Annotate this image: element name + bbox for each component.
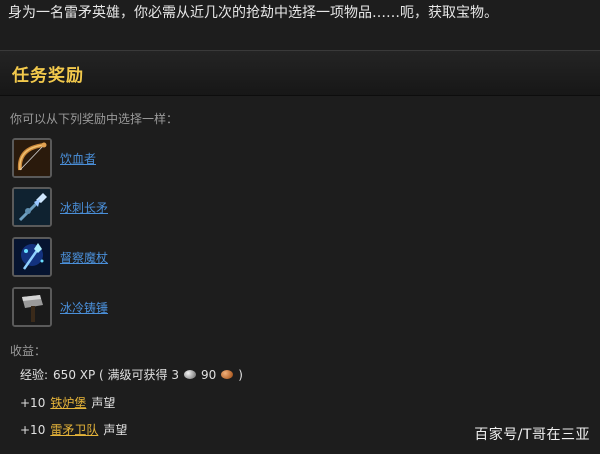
reward-link[interactable]: 饮血者 (60, 150, 96, 167)
section-title: 任务奖励 (12, 66, 84, 86)
quest-rewards-header: 任务奖励 (0, 50, 600, 96)
reward-item-bloodletter[interactable]: 饮血者 (12, 138, 312, 178)
quest-description: 身为一名雷矛英雄，你必需从近几次的抢劫中选择一项物品……呃，获取宝物。 (8, 5, 498, 21)
experience-suffix: ) (238, 367, 243, 382)
reward-link[interactable]: 冰冷铸锤 (60, 299, 108, 316)
reputation-amount: +10 (20, 422, 46, 437)
reward-item-ice-spear[interactable]: 冰刺长矛 (12, 187, 312, 227)
reputation-line: +10 雷矛卫队 声望 (20, 421, 127, 438)
hammer-icon[interactable] (12, 287, 52, 327)
reward-link[interactable]: 督察魔杖 (60, 249, 108, 266)
reputation-suffix: 声望 (103, 423, 128, 437)
copper-amount: 90 (200, 367, 217, 382)
bow-icon[interactable] (12, 138, 52, 178)
faction-link[interactable]: 铁炉堡 (50, 394, 86, 411)
watermark: 百家号/T哥在三亚 (474, 427, 590, 443)
faction-link[interactable]: 雷矛卫队 (50, 421, 98, 438)
wand-icon[interactable] (12, 237, 52, 277)
spear-icon[interactable] (12, 187, 52, 227)
silver-coin-icon (183, 370, 196, 379)
reward-item-frozen-hammer[interactable]: 冰冷铸锤 (12, 287, 312, 327)
gains-label: 收益： (10, 344, 47, 358)
choose-reward-text: 你可以从下列奖励中选择一样： (10, 112, 179, 126)
reward-link[interactable]: 冰刺长矛 (60, 199, 108, 216)
copper-coin-icon (221, 370, 234, 379)
reputation-suffix: 声望 (91, 396, 116, 410)
experience-prefix: 经验: (20, 368, 49, 382)
experience-value: 650 XP ( 满级可获得 3 (53, 368, 179, 382)
experience-line: 经验: 650 XP ( 满级可获得 3 90 ) (20, 366, 243, 383)
reward-item-wand[interactable]: 督察魔杖 (12, 237, 312, 277)
reputation-amount: +10 (20, 395, 46, 410)
reputation-line: +10 铁炉堡 声望 (20, 394, 115, 411)
